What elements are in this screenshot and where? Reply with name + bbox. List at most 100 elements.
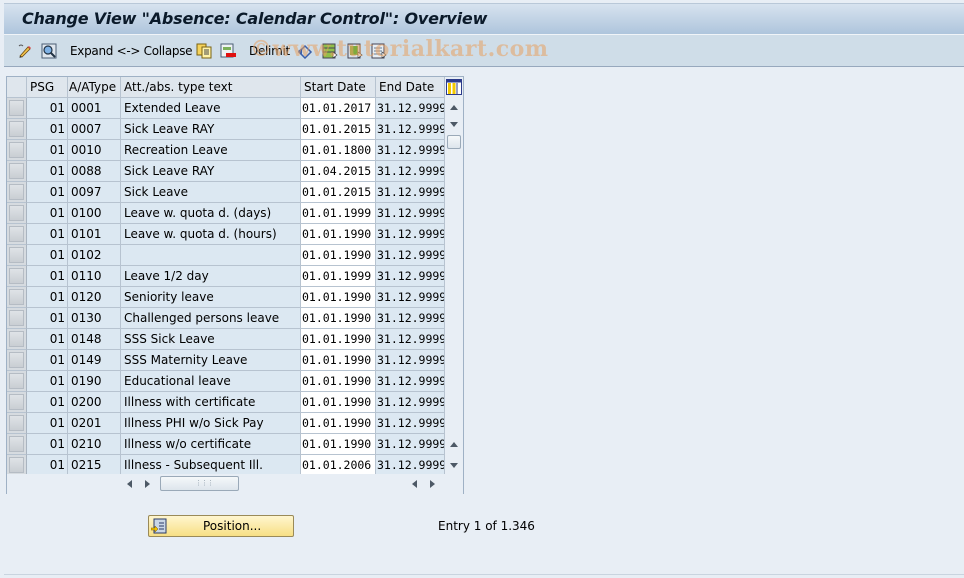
row-selector[interactable] xyxy=(7,392,27,413)
delete-button[interactable] xyxy=(220,42,236,60)
copy-icon xyxy=(196,43,212,59)
scroll-right-icon[interactable] xyxy=(142,478,152,493)
expand-collapse-button[interactable]: Expand <-> Collapse xyxy=(70,42,193,60)
table-row: 01 0001 Extended Leave 01.01.2017 31.12.9999 xyxy=(7,98,445,119)
select-all-rows-corner[interactable] xyxy=(7,77,27,98)
row-select-button[interactable] xyxy=(9,205,24,221)
row-select-button[interactable] xyxy=(9,226,24,242)
row-selector[interactable] xyxy=(7,245,27,266)
absence-type-cell: 0010 xyxy=(68,140,121,161)
absence-type-cell: 0100 xyxy=(68,203,121,224)
row-select-button[interactable] xyxy=(9,247,24,263)
start-date-cell[interactable]: 01.01.1800 xyxy=(301,140,376,161)
row-select-button[interactable] xyxy=(9,289,24,305)
horizontal-scroll-thumb[interactable]: ⋮⋮⋮ xyxy=(160,476,239,491)
select-all-button[interactable] xyxy=(322,42,338,60)
row-select-button[interactable] xyxy=(9,394,24,410)
row-selector[interactable] xyxy=(7,434,27,455)
row-selector[interactable] xyxy=(7,371,27,392)
row-selector[interactable] xyxy=(7,224,27,245)
start-date-cell[interactable]: 01.01.1990 xyxy=(301,245,376,266)
start-date-cell[interactable]: 01.04.2015 xyxy=(301,161,376,182)
column-header-start-date[interactable]: Start Date xyxy=(301,77,376,98)
row-selector[interactable] xyxy=(7,182,27,203)
start-date-cell[interactable]: 01.01.1990 xyxy=(301,371,376,392)
row-select-button[interactable] xyxy=(9,373,24,389)
display-find-icon xyxy=(41,43,57,59)
type-text-cell: Leave w. quota d. (days) xyxy=(121,203,301,224)
row-select-button[interactable] xyxy=(9,436,24,452)
row-selector[interactable] xyxy=(7,266,27,287)
row-select-button[interactable] xyxy=(9,331,24,347)
start-date-cell[interactable]: 01.01.1990 xyxy=(301,329,376,350)
vertical-scrollbar[interactable] xyxy=(445,98,463,474)
start-date-cell[interactable]: 01.01.1990 xyxy=(301,392,376,413)
row-select-button[interactable] xyxy=(9,184,24,200)
row-selector[interactable] xyxy=(7,329,27,350)
start-date-cell[interactable]: 01.01.2006 xyxy=(301,455,376,476)
scroll-left-icon[interactable] xyxy=(410,478,420,493)
row-select-button[interactable] xyxy=(9,121,24,137)
start-date-cell[interactable]: 01.01.1990 xyxy=(301,413,376,434)
start-date-cell[interactable]: 01.01.2015 xyxy=(301,182,376,203)
psg-cell: 01 xyxy=(27,392,68,413)
column-header-psg[interactable]: PSG xyxy=(27,77,68,98)
table-row: 01 0190 Educational leave 01.01.1990 31.12.9… xyxy=(7,371,445,392)
row-select-button[interactable] xyxy=(9,310,24,326)
scroll-up-icon[interactable] xyxy=(448,102,460,114)
start-date-cell[interactable]: 01.01.2015 xyxy=(301,119,376,140)
row-selector[interactable] xyxy=(7,413,27,434)
type-text-cell: Sick Leave RAY xyxy=(121,161,301,182)
table-row: 01 0100 Leave w. quota d. (days) 01.01.1999… xyxy=(7,203,445,224)
type-text-cell: Challenged persons leave xyxy=(121,308,301,329)
row-selector[interactable] xyxy=(7,455,27,476)
row-select-button[interactable] xyxy=(9,457,24,473)
column-header-aatype[interactable]: A/AType xyxy=(68,77,121,98)
toggle-display-change-button[interactable] xyxy=(17,42,33,60)
row-select-button[interactable] xyxy=(9,163,24,179)
row-select-button[interactable] xyxy=(9,352,24,368)
row-selector[interactable] xyxy=(7,161,27,182)
row-selector[interactable] xyxy=(7,287,27,308)
table-settings-button[interactable] xyxy=(445,77,463,98)
horizontal-scrollbar[interactable]: ⋮⋮⋮ xyxy=(7,474,463,494)
start-date-cell[interactable]: 01.01.2017 xyxy=(301,98,376,119)
position-button-label: Position... xyxy=(203,519,262,533)
delimit-button[interactable]: Delimit xyxy=(249,42,290,60)
row-select-button[interactable] xyxy=(9,100,24,116)
row-select-button[interactable] xyxy=(9,142,24,158)
row-selector[interactable] xyxy=(7,119,27,140)
other-view-button[interactable] xyxy=(41,42,57,60)
row-selector[interactable] xyxy=(7,308,27,329)
position-button[interactable]: Position... xyxy=(148,515,294,537)
deselect-all-button[interactable] xyxy=(371,42,387,60)
row-selector[interactable] xyxy=(7,98,27,119)
absence-type-cell: 0215 xyxy=(68,455,121,476)
copy-as-button[interactable] xyxy=(196,42,212,60)
column-header-end-date[interactable]: End Date xyxy=(376,77,445,98)
start-date-cell[interactable]: 01.01.1990 xyxy=(301,434,376,455)
start-date-cell[interactable]: 01.01.1999 xyxy=(301,203,376,224)
undo-change-button[interactable] xyxy=(297,42,313,60)
row-selector[interactable] xyxy=(7,203,27,224)
start-date-cell[interactable]: 01.01.1990 xyxy=(301,350,376,371)
scroll-down-icon[interactable] xyxy=(448,459,460,471)
start-date-cell[interactable]: 01.01.1990 xyxy=(301,224,376,245)
table-row: 01 0110 Leave 1/2 day 01.01.1999 31.12.9999 xyxy=(7,266,445,287)
scroll-right-icon[interactable] xyxy=(427,478,437,493)
start-date-cell[interactable]: 01.01.1999 xyxy=(301,266,376,287)
row-select-button[interactable] xyxy=(9,415,24,431)
scroll-up-icon[interactable] xyxy=(448,439,460,451)
type-text-cell: Extended Leave xyxy=(121,98,301,119)
start-date-cell[interactable]: 01.01.1990 xyxy=(301,308,376,329)
select-block-button[interactable] xyxy=(347,42,363,60)
scroll-down-icon[interactable] xyxy=(448,118,460,130)
end-date-cell: 31.12.9999 xyxy=(376,329,445,350)
start-date-cell[interactable]: 01.01.1990 xyxy=(301,287,376,308)
vertical-scroll-thumb[interactable] xyxy=(447,135,461,149)
column-header-type-text[interactable]: Att./abs. type text xyxy=(121,77,301,98)
row-selector[interactable] xyxy=(7,140,27,161)
row-selector[interactable] xyxy=(7,350,27,371)
scroll-left-icon[interactable] xyxy=(125,478,135,493)
row-select-button[interactable] xyxy=(9,268,24,284)
